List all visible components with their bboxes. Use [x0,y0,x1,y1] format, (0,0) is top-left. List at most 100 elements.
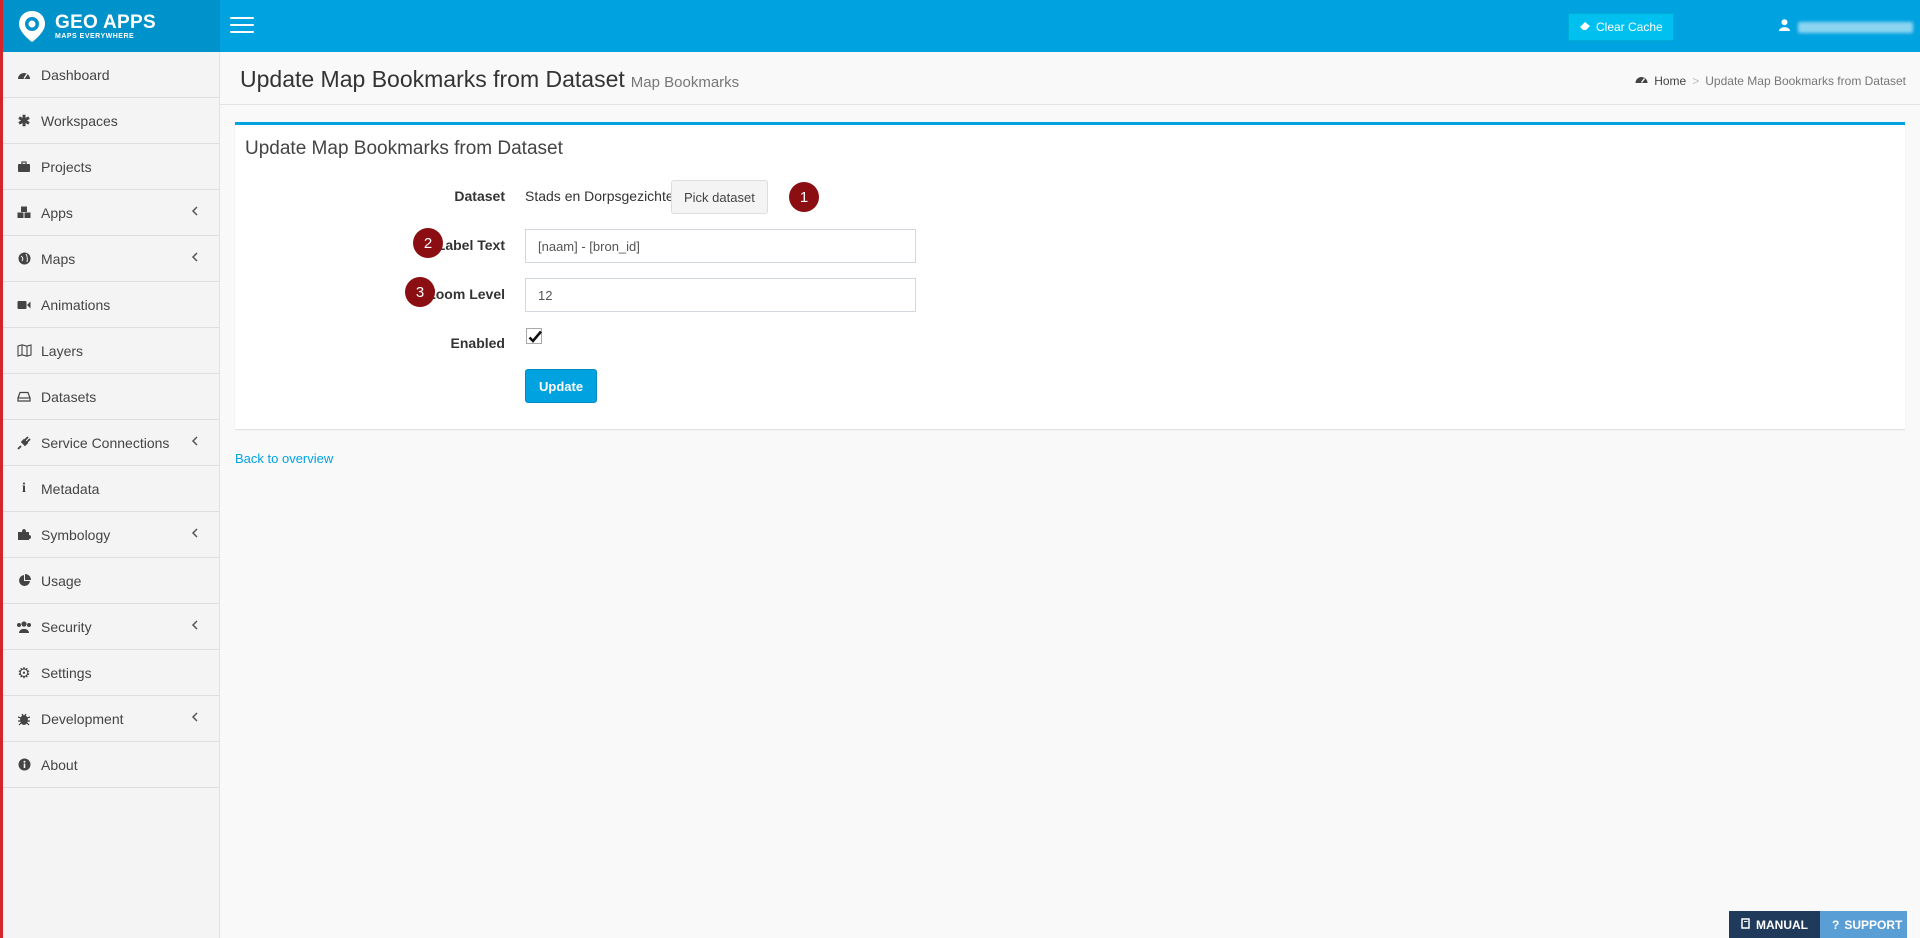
sidebar-item-label: Usage [41,572,82,589]
asterisk-icon: ✱ [17,112,31,130]
eraser-icon [1579,20,1591,34]
sidebar-item-label: Symbology [41,526,111,543]
sidebar-item-label: Workspaces [41,112,118,129]
info-circle-icon [16,757,32,773]
sidebar: Dashboard ✱ Workspaces Projects Apps Maps Anim… [3,52,220,938]
bug-icon [16,711,32,727]
sidebar-item-about[interactable]: About [3,742,219,788]
manual-label: MANUAL [1756,917,1808,932]
sidebar-toggle-icon[interactable] [230,17,254,35]
zoom-level-label: Zoom Level [427,286,505,302]
chevron-left-icon [191,251,201,265]
briefcase-icon [16,159,32,175]
content-header: Update Map Bookmarks from Dataset Map Boo… [220,52,1920,105]
chevron-left-icon [191,711,201,725]
breadcrumb-home-link[interactable]: Home [1654,74,1686,88]
book-icon [1741,917,1751,932]
page-title: Update Map Bookmarks from Dataset Map Boo… [240,66,739,93]
sidebar-item-apps[interactable]: Apps [3,190,219,236]
enabled-label: Enabled [450,335,505,351]
sidebar-item-settings[interactable]: ⚙ Settings [3,650,219,696]
checkmark-icon [528,330,542,343]
label-text-value: [naam] - [bron_id] [538,238,640,254]
dashboard-icon [1635,74,1648,88]
sidebar-item-datasets[interactable]: Datasets [3,374,219,420]
main-content: Update Map Bookmarks from Dataset Map Boo… [220,52,1920,938]
sidebar-item-animations[interactable]: Animations [3,282,219,328]
marker-1: 1 [789,182,819,212]
user-icon [1779,19,1790,35]
label-text-input[interactable]: [naam] - [bron_id] [525,229,916,263]
question-icon: ? [1832,917,1840,932]
info-icon: i [22,480,26,496]
user-menu[interactable] [1779,17,1913,37]
clear-cache-button[interactable]: Clear Cache [1568,13,1674,41]
sidebar-item-label: Maps [41,250,76,267]
logo-title: GEO APPS [55,11,156,33]
puzzle-icon [16,527,32,543]
app-logo[interactable]: GEO APPS MAPS EVERYWHERE [3,0,220,52]
map-icon [16,343,32,359]
page-subtitle: Map Bookmarks [630,74,740,91]
window-border [0,0,3,938]
marker-3: 3 [405,277,435,307]
sidebar-item-label: Security [41,618,92,635]
page-title-text: Update Map Bookmarks from Dataset [240,66,625,92]
sidebar-item-usage[interactable]: Usage [3,558,219,604]
user-name-redacted [1798,21,1913,33]
sidebar-item-workspaces[interactable]: ✱ Workspaces [3,98,219,144]
sidebar-item-metadata[interactable]: i Metadata [3,466,219,512]
globe-icon [16,251,32,267]
sidebar-item-service-connections[interactable]: Service Connections [3,420,219,466]
support-label: SUPPORT [1844,917,1903,932]
hdd-icon [16,389,32,405]
sidebar-item-dashboard[interactable]: Dashboard [3,52,219,98]
sidebar-item-development[interactable]: Development [3,696,219,742]
video-camera-icon [16,297,32,313]
sidebar-item-label: Apps [41,204,73,221]
breadcrumb-separator: > [1692,74,1700,88]
sidebar-item-label: Metadata [41,480,100,497]
plug-icon [16,435,32,451]
sidebar-item-label: Settings [41,664,92,681]
dashboard-icon [16,67,32,83]
sidebar-item-symbology[interactable]: Symbology [3,512,219,558]
zoom-level-value: 12 [538,287,553,303]
sidebar-item-label: Development [41,710,124,727]
cubes-icon [16,205,32,221]
box-title: Update Map Bookmarks from Dataset [245,138,563,159]
chevron-left-icon [191,527,201,541]
sidebar-item-label: Projects [41,158,92,175]
chevron-left-icon [191,205,201,219]
sidebar-item-layers[interactable]: Layers [3,328,219,374]
sidebar-item-label: Layers [41,342,84,359]
gear-icon: ⚙ [17,664,31,682]
breadcrumb-current: Update Map Bookmarks from Dataset [1705,74,1906,88]
label-text-label: Label Text [436,237,505,253]
enabled-checkbox[interactable] [526,328,542,344]
sidebar-item-security[interactable]: Security [3,604,219,650]
sidebar-item-label: Dashboard [41,66,110,83]
users-icon [16,619,32,635]
sidebar-item-label: Datasets [41,388,97,405]
breadcrumb: Home > Update Map Bookmarks from Dataset [1635,74,1906,88]
sidebar-item-maps[interactable]: Maps [3,236,219,282]
marker-2: 2 [413,228,443,258]
clear-cache-label: Clear Cache [1596,20,1663,34]
top-navbar: GEO APPS MAPS EVERYWHERE Clear Cache [0,0,1920,52]
sidebar-item-label: Animations [41,296,111,313]
update-button[interactable]: Update [525,369,598,403]
pick-dataset-button[interactable]: Pick dataset [671,180,768,214]
pie-chart-icon [16,573,32,589]
map-pin-logo-icon [15,9,49,43]
back-to-overview-link[interactable]: Back to overview [235,451,333,466]
support-button[interactable]: ? SUPPORT [1820,911,1907,938]
dataset-label: Dataset [454,188,505,204]
zoom-level-input[interactable]: 12 [525,278,916,312]
chevron-left-icon [191,435,201,449]
form-box: Update Map Bookmarks from Dataset Datase… [235,122,1905,429]
sidebar-item-projects[interactable]: Projects [3,144,219,190]
logo-subtitle: MAPS EVERYWHERE [55,32,135,40]
dataset-value: Stads en Dorpsgezichten [525,188,682,204]
manual-button[interactable]: MANUAL [1729,911,1820,938]
